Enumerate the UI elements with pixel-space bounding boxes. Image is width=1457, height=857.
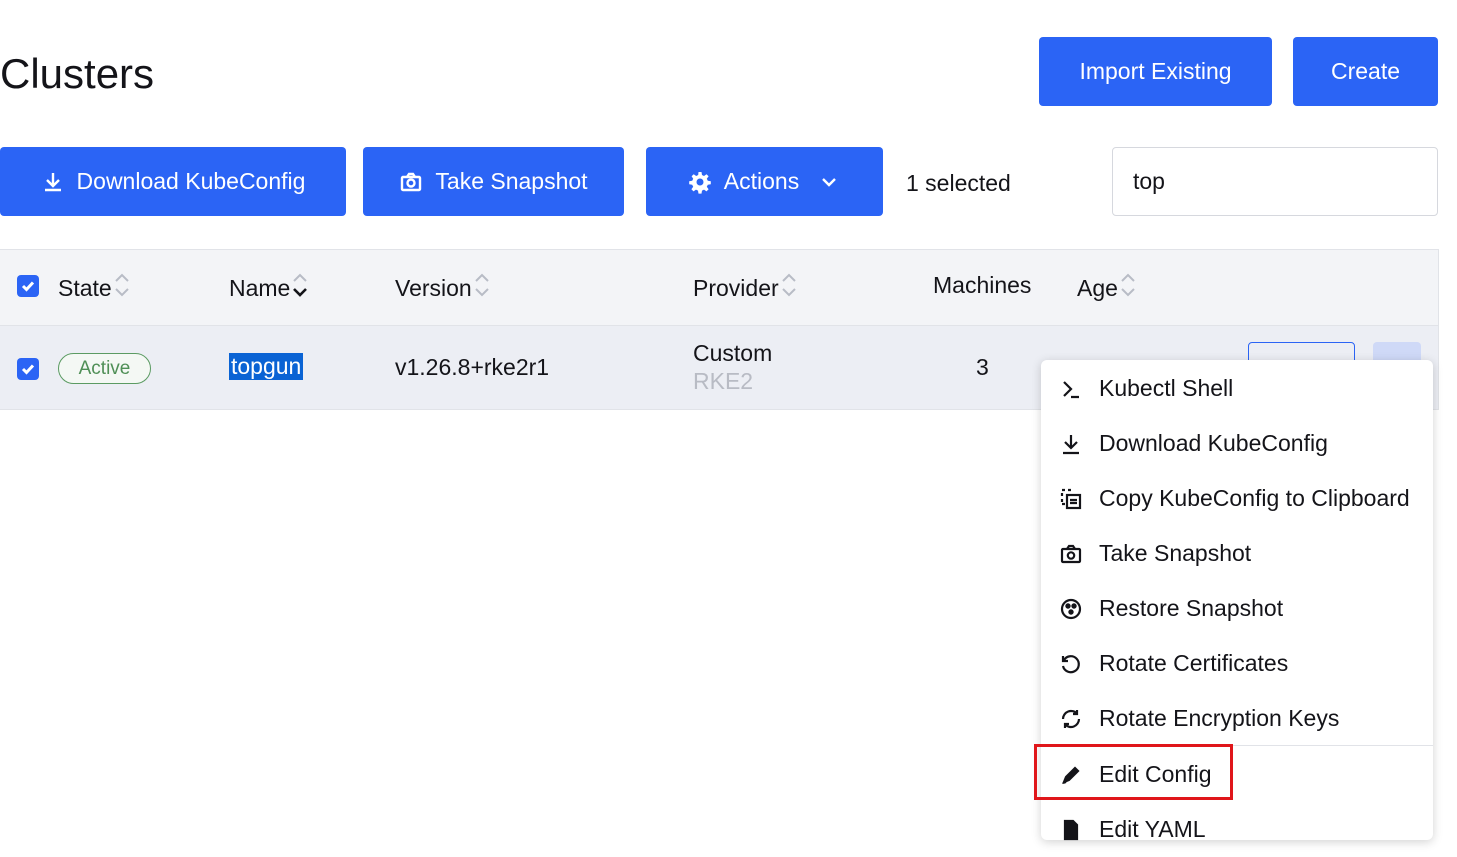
file-icon xyxy=(1041,819,1099,841)
camera-icon xyxy=(1041,543,1099,565)
menu-item-label: Take Snapshot xyxy=(1099,540,1252,566)
menu-item-edit-yaml[interactable]: Edit YAML xyxy=(1041,802,1433,857)
copy-icon xyxy=(1041,488,1099,510)
row-checkbox[interactable] xyxy=(17,358,39,380)
header-machines-label: Machines xyxy=(933,272,1032,298)
menu-item-label: Rotate Encryption Keys xyxy=(1099,705,1340,731)
search-input[interactable] xyxy=(1112,147,1438,216)
header-provider[interactable]: Provider xyxy=(693,272,797,304)
header-version-label: Version xyxy=(395,274,472,301)
selection-count: 1 selected xyxy=(906,170,1011,196)
create-button[interactable]: Create xyxy=(1293,37,1438,106)
menu-item-copy-kubeconfig[interactable]: Copy KubeConfig to Clipboard xyxy=(1041,471,1433,526)
header-age-label: Age xyxy=(1077,274,1118,301)
download-icon xyxy=(44,172,61,191)
table-header: State Name Version Provider Machines Age xyxy=(0,249,1439,326)
actions-label: Actions xyxy=(723,168,800,194)
refresh-icon xyxy=(1041,708,1099,730)
cluster-name-link[interactable]: topgun xyxy=(229,353,304,380)
page-title: Clusters xyxy=(0,50,155,97)
cluster-version: v1.26.8+rke2r1 xyxy=(395,354,550,380)
take-snapshot-label: Take Snapshot xyxy=(435,168,588,194)
download-icon xyxy=(1041,433,1099,455)
menu-item-rotate-encryption-keys[interactable]: Rotate Encryption Keys xyxy=(1041,691,1433,746)
restore-icon xyxy=(1041,598,1099,620)
header-version[interactable]: Version xyxy=(395,272,490,304)
menu-item-label: Edit YAML xyxy=(1099,816,1206,842)
menu-item-take-snapshot[interactable]: Take Snapshot xyxy=(1041,526,1433,581)
cluster-provider: Custom xyxy=(693,340,773,366)
header-name-label: Name xyxy=(229,274,291,301)
menu-item-label: Download KubeConfig xyxy=(1099,430,1328,456)
header-machines: Machines xyxy=(933,272,1031,299)
menu-item-restore-snapshot[interactable]: Restore Snapshot xyxy=(1041,581,1433,636)
download-kubeconfig-button[interactable]: Download KubeConfig xyxy=(0,147,346,216)
rotate-icon xyxy=(1041,653,1099,675)
header-state-label: State xyxy=(58,274,112,301)
actions-dropdown-button[interactable]: Actions xyxy=(646,147,883,216)
create-label: Create xyxy=(1330,58,1401,84)
menu-item-label: Kubectl Shell xyxy=(1099,375,1234,401)
menu-item-rotate-certificates[interactable]: Rotate Certificates xyxy=(1041,636,1433,691)
sort-desc-icon xyxy=(292,272,308,304)
menu-item-label: Copy KubeConfig to Clipboard xyxy=(1099,485,1410,511)
sort-icon xyxy=(781,272,797,304)
cluster-provider-sub: RKE2 xyxy=(693,368,754,394)
highlight-box xyxy=(1034,744,1233,800)
terminal-icon xyxy=(1041,378,1099,400)
cluster-machines: 3 xyxy=(976,354,989,380)
menu-item-download-kubeconfig[interactable]: Download KubeConfig xyxy=(1041,416,1433,471)
menu-item-kubectl-shell[interactable]: Kubectl Shell xyxy=(1041,361,1433,416)
gear-icon xyxy=(688,171,711,194)
take-snapshot-button[interactable]: Take Snapshot xyxy=(363,147,624,216)
header-state[interactable]: State xyxy=(58,272,130,304)
chevron-down-icon xyxy=(822,177,837,187)
header-age[interactable]: Age xyxy=(1077,272,1136,304)
status-badge: Active xyxy=(58,353,151,384)
header-name[interactable]: Name xyxy=(229,272,308,304)
menu-item-label: Rotate Certificates xyxy=(1099,650,1289,676)
import-existing-button[interactable]: Import Existing xyxy=(1039,37,1272,106)
select-all-checkbox[interactable] xyxy=(17,275,39,297)
sort-icon xyxy=(474,272,490,304)
header-provider-label: Provider xyxy=(693,274,779,301)
import-existing-label: Import Existing xyxy=(1079,58,1232,84)
download-kubeconfig-label: Download KubeConfig xyxy=(76,168,306,194)
sort-icon xyxy=(114,272,130,304)
menu-item-label: Restore Snapshot xyxy=(1099,595,1284,621)
camera-icon xyxy=(401,172,422,191)
sort-icon xyxy=(1120,272,1136,304)
